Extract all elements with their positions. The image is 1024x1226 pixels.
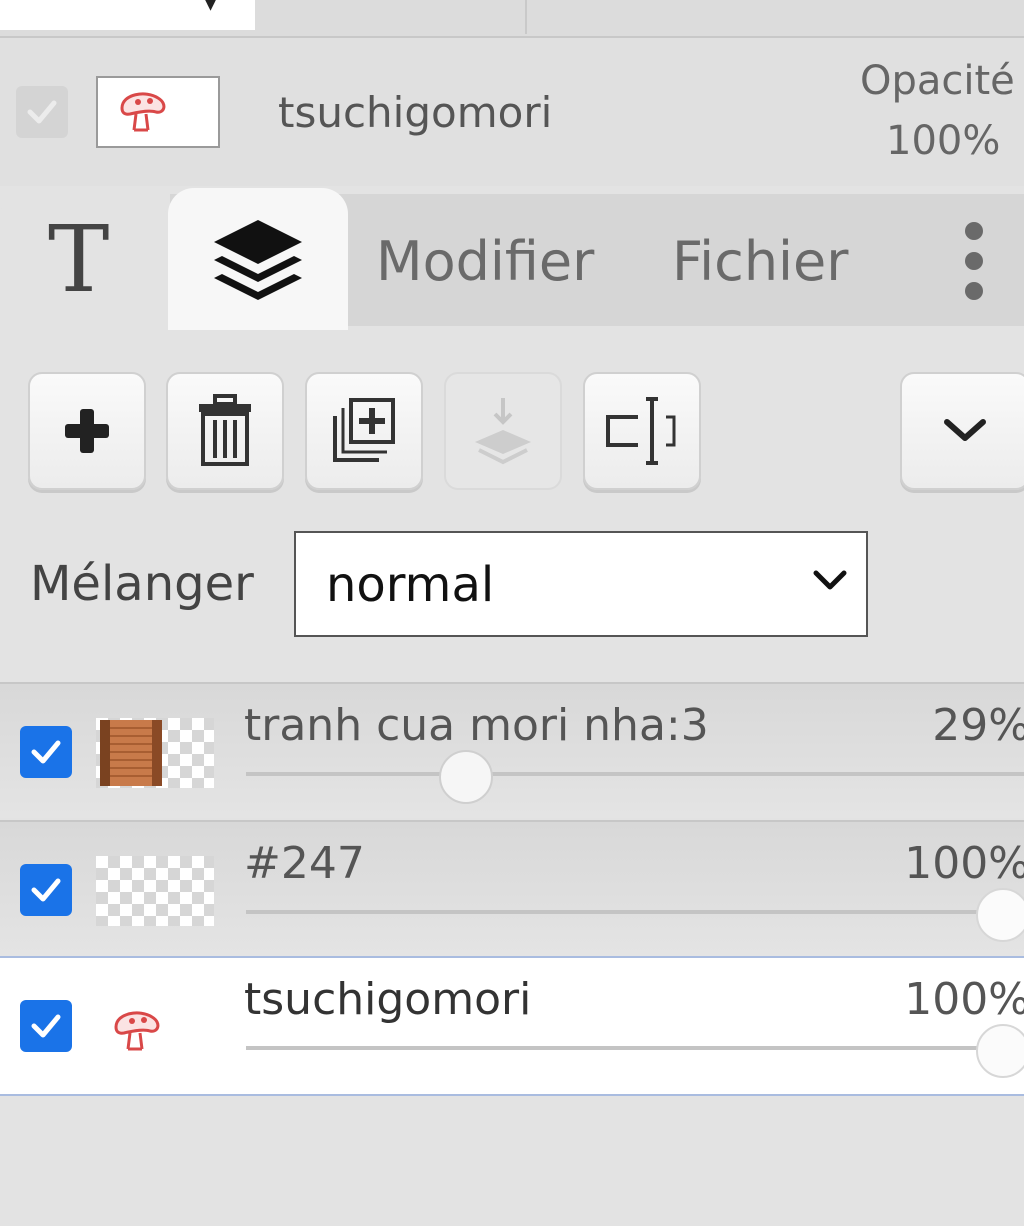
top-divider — [525, 0, 527, 34]
layer-opacity-slider-track[interactable] — [246, 772, 1024, 776]
plus-icon — [65, 409, 109, 453]
top-caret-icon: ▾ — [205, 0, 217, 17]
top-input-area[interactable] — [0, 0, 255, 30]
active-layer-thumbnail — [96, 76, 220, 148]
layers-icon — [214, 220, 302, 300]
mushroom-sketch-icon — [114, 1011, 160, 1051]
check-icon — [31, 1014, 61, 1038]
trash-icon — [199, 394, 251, 466]
tab-fichier[interactable]: Fichier — [672, 230, 848, 293]
layer-thumbnail — [96, 718, 214, 788]
merge-down-button[interactable] — [444, 372, 562, 490]
layer-opacity-value: 29% — [932, 700, 1024, 751]
blend-mode-label: Mélanger — [30, 556, 254, 612]
duplicate-layer-button[interactable] — [305, 372, 423, 490]
active-layer-name: tsuchigomori — [278, 88, 553, 137]
duplicate-icon — [333, 398, 395, 462]
rename-layer-button[interactable] — [583, 372, 701, 490]
tab-text[interactable]: T — [0, 192, 166, 328]
layer-opacity-slider-track[interactable] — [246, 910, 1024, 914]
layer-name[interactable]: #247 — [244, 838, 365, 889]
check-icon — [31, 740, 61, 764]
blend-mode-value: normal — [326, 557, 495, 613]
layer-opacity-value: 100% — [904, 838, 1024, 889]
check-icon — [27, 100, 57, 124]
text-tool-icon: T — [48, 206, 110, 313]
layer-thumbnail — [96, 992, 214, 1062]
tab-modifier[interactable]: Modifier — [376, 230, 594, 293]
layer-opacity-slider-knob[interactable] — [438, 750, 493, 804]
more-menu-icon[interactable] — [962, 222, 986, 302]
check-icon — [31, 878, 61, 902]
tab-layers[interactable] — [168, 188, 348, 330]
layer-opacity-slider-knob[interactable] — [976, 888, 1024, 942]
layer-visibility-checkbox[interactable] — [20, 864, 72, 916]
painting-thumbnail-icon — [100, 720, 162, 786]
layer-name[interactable]: tranh cua mori nha:3 — [244, 700, 709, 751]
layer-row-selected[interactable]: tsuchigomori 100% — [0, 956, 1024, 1096]
delete-layer-button[interactable] — [166, 372, 284, 490]
layer-thumbnail — [96, 856, 214, 926]
mushroom-sketch-icon — [120, 92, 166, 132]
layer-row[interactable]: tranh cua mori nha:3 29% — [0, 682, 1024, 818]
add-layer-button[interactable] — [28, 372, 146, 490]
layer-opacity-value: 100% — [904, 974, 1024, 1025]
layer-visibility-checkbox[interactable] — [20, 726, 72, 778]
rename-icon — [606, 397, 676, 465]
layer-opacity-slider-knob[interactable] — [976, 1024, 1024, 1078]
layer-row[interactable]: #247 100% — [0, 820, 1024, 956]
chevron-down-icon — [944, 419, 986, 441]
expand-toolbar-button[interactable] — [900, 372, 1024, 490]
layer-name[interactable]: tsuchigomori — [244, 974, 531, 1025]
layer-visibility-checkbox[interactable] — [20, 1000, 72, 1052]
blend-mode-select[interactable]: normal — [294, 531, 868, 637]
active-layer-visibility-checkbox[interactable] — [16, 86, 68, 138]
layer-opacity-slider-track[interactable] — [246, 1046, 1024, 1050]
merge-down-icon — [475, 398, 531, 465]
chevron-down-icon — [813, 570, 847, 590]
opacity-label: Opacité — [860, 58, 1015, 104]
opacity-value: 100% — [886, 118, 1001, 164]
